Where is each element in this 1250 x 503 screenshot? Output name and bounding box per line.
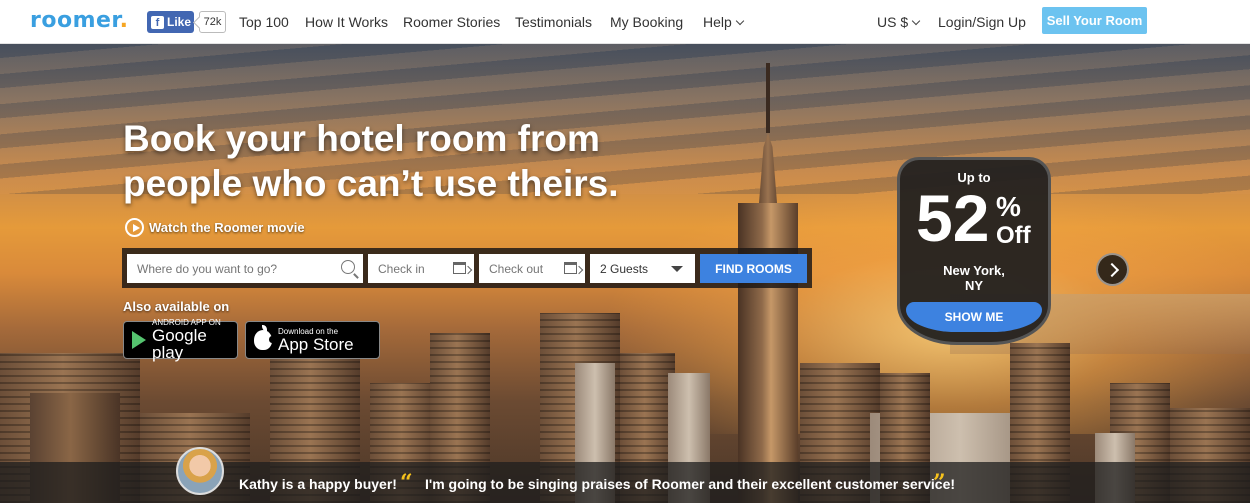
nav-help-label: Help [703, 14, 732, 30]
check-in-field[interactable] [368, 254, 474, 283]
facebook-like-label: Like [167, 15, 192, 29]
sell-your-room-button[interactable]: Sell Your Room [1042, 7, 1147, 34]
show-me-button[interactable]: SHOW ME [906, 302, 1042, 332]
login-signup-link[interactable]: Login/Sign Up [938, 14, 1026, 30]
deal-off-label: Off [996, 222, 1031, 249]
chevron-down-icon [735, 16, 745, 26]
nav-help-dropdown[interactable]: Help [703, 14, 745, 30]
app-store-text: Download on the App Store [278, 327, 354, 354]
calendar-arrow-icon [564, 262, 577, 274]
calendar-arrow-icon [453, 262, 466, 274]
app-store-badge[interactable]: Download on the App Store [245, 321, 380, 359]
nav-how-it-works[interactable]: How It Works [305, 14, 388, 30]
guests-value: 2 Guests [600, 261, 649, 276]
testimonial-bar: Kathy is a happy buyer! “ I'm going to b… [0, 447, 1250, 503]
headline-line-2: people who can’t use theirs. [123, 163, 619, 204]
deal-city-line-1: New York, [943, 263, 1005, 278]
roomer-logo[interactable]: roomer. [30, 8, 129, 33]
google-play-icon [132, 331, 146, 349]
facebook-icon: f [151, 15, 164, 29]
find-rooms-button[interactable]: FIND ROOMS [700, 254, 807, 283]
facebook-like-count: 72k [199, 11, 226, 33]
apple-icon [254, 325, 275, 350]
hotel-search-bar: 2 Guests FIND ROOMS [122, 248, 812, 288]
testimonial-quote: I'm going to be singing praises of Roome… [425, 476, 956, 492]
logo-text: roomer [30, 8, 120, 33]
top-navbar: roomer. f Like 72k Top 100 How It Works … [0, 0, 1250, 44]
currency-selector[interactable]: US $ [877, 14, 921, 30]
close-quote-icon: ” [933, 470, 946, 496]
nav-testimonials[interactable]: Testimonials [515, 14, 592, 30]
destination-input[interactable] [137, 261, 363, 276]
watch-movie-label: Watch the Roomer movie [149, 220, 305, 235]
deal-city: New York, NY [900, 263, 1048, 293]
watch-movie-link[interactable]: Watch the Roomer movie [125, 218, 305, 237]
google-play-text: ANDROID APP ON Google play [152, 319, 229, 362]
facebook-like-button[interactable]: f Like [147, 11, 194, 33]
chevron-down-icon [911, 16, 921, 26]
app-store-big-text: App Store [278, 334, 354, 354]
deal-percent-number: 52 [916, 181, 990, 255]
next-slide-arrow-icon[interactable] [1096, 253, 1129, 286]
empire-state-spire [766, 63, 770, 133]
search-icon [341, 260, 355, 274]
nav-top-100[interactable]: Top 100 [239, 14, 289, 30]
play-circle-icon [125, 218, 144, 237]
guests-select[interactable]: 2 Guests [590, 254, 695, 283]
deal-city-line-2: NY [964, 278, 984, 293]
destination-field[interactable] [127, 254, 363, 283]
testimonial-author: Kathy is a happy buyer! [239, 476, 397, 492]
nav-roomer-stories[interactable]: Roomer Stories [403, 14, 500, 30]
nav-my-booking[interactable]: My Booking [610, 14, 683, 30]
hero-banner: Book your hotel room from people who can… [0, 44, 1250, 503]
currency-label: US $ [877, 14, 909, 30]
open-quote-icon: “ [400, 470, 413, 496]
headline-line-1: Book your hotel room from [123, 118, 600, 159]
deal-card: Up to 52 % Off New York, NY SHOW ME [897, 157, 1051, 345]
caret-down-icon [671, 266, 683, 272]
also-available-label: Also available on [123, 299, 230, 314]
avatar [176, 447, 224, 495]
check-out-field[interactable] [479, 254, 585, 283]
hero-headline: Book your hotel room from people who can… [123, 116, 683, 206]
logo-dot: . [119, 8, 129, 33]
google-play-badge[interactable]: ANDROID APP ON Google play [123, 319, 238, 362]
google-play-big-text: Google play [152, 326, 207, 362]
deal-percent-sign: % [996, 191, 1021, 222]
